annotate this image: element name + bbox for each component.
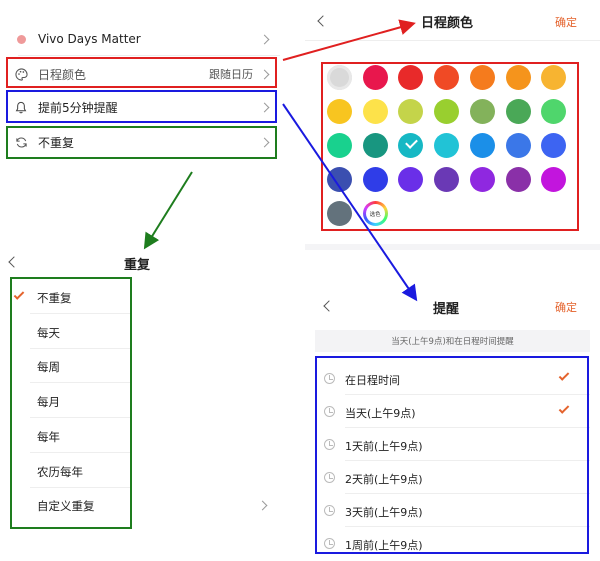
arrow-red [282,19,416,61]
arrow-green [143,171,193,250]
annotation-arrows [143,19,418,302]
arrow-blue [282,103,418,302]
